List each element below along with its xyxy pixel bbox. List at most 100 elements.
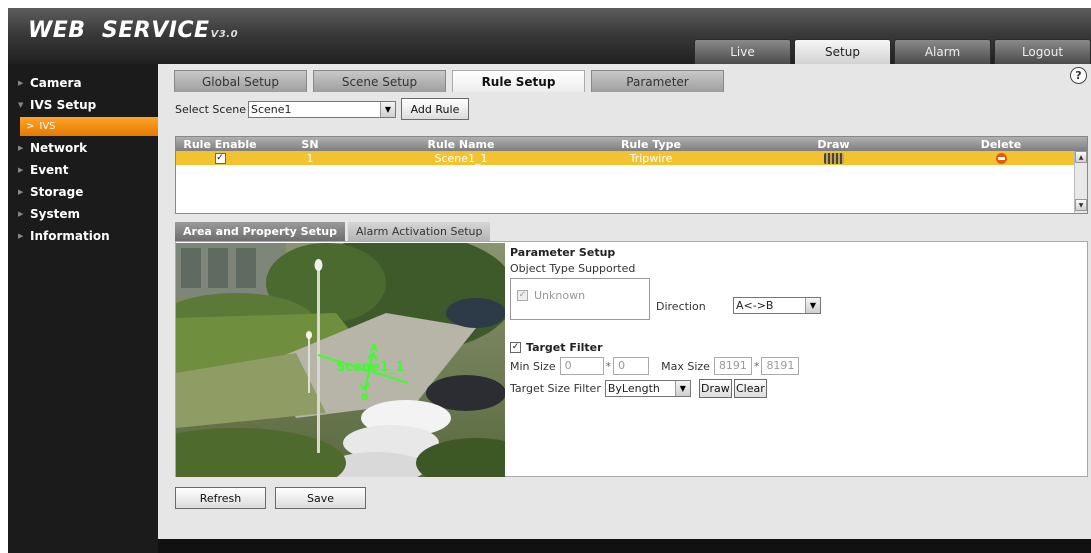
column-header: Draw [817, 137, 850, 151]
column-header: Rule Name [427, 137, 495, 151]
max-size-label: Max Size [661, 359, 710, 373]
rule-table: Rule Enable SN Rule Name Rule Type Draw … [175, 136, 1088, 214]
max-size-height-input[interactable]: 8191 [761, 357, 800, 375]
draw-button[interactable]: Draw [698, 379, 732, 398]
tab-area-property-setup[interactable]: Area and Property Setup [175, 222, 346, 241]
header-bar: WEB SERVICEV3.0 Live Setup Alarm Logout [8, 8, 1091, 64]
top-tab-live[interactable]: Live [694, 39, 791, 64]
size-row: Min Size 0 * 0 Max Size 8191 * 8191 [510, 357, 800, 375]
sidebar-item-label: Information [30, 229, 110, 243]
triangle-right-icon: ▶ [18, 210, 24, 218]
add-rule-button[interactable]: Add Rule [400, 98, 469, 120]
target-size-filter-value: ByLength [607, 382, 660, 395]
column-header: Rule Type [620, 137, 682, 151]
size-separator: * [753, 359, 760, 373]
max-size-width-input[interactable]: 8191 [713, 357, 752, 375]
logo: WEB SERVICEV3.0 [28, 18, 238, 43]
rule-table-header: Rule Enable SN Rule Name Rule Type Draw … [176, 137, 1087, 151]
triangle-right-icon: ▶ [18, 232, 24, 240]
rule-table-scrollbar[interactable]: ▲ ▼ [1074, 151, 1087, 213]
rule-detail-panel: Scene1_1 A B Parameter Setup Object Type… [175, 241, 1088, 477]
target-size-filter-label: Target Size Filter [510, 382, 601, 395]
triangle-down-icon: ▼ [18, 101, 24, 109]
sidebar-item-label: Event [30, 163, 69, 177]
logo-text: WEB SERVICE [28, 18, 210, 43]
rule-name: Scene1_1 [434, 151, 488, 165]
draw-icon[interactable] [823, 152, 844, 164]
rule-enable-checkbox[interactable]: ✓ [214, 152, 226, 164]
size-separator: * [605, 359, 612, 373]
rule-overlay-label: Scene1_1 [336, 360, 405, 375]
direction-select[interactable]: A<->B ▼ [733, 297, 821, 314]
direction-label: Direction [656, 300, 706, 313]
help-icon[interactable]: ? [1070, 67, 1087, 84]
column-header: Rule Enable [183, 137, 257, 151]
sidebar-item-camera[interactable]: ▶ Camera [8, 72, 158, 94]
triangle-right-icon: ▶ [18, 79, 24, 87]
object-type-list: ✓ Unknown [510, 278, 650, 320]
tab-parameter[interactable]: Parameter [591, 70, 724, 92]
unknown-checkbox[interactable]: ✓ [517, 290, 528, 301]
target-size-filter-row: Target Size Filter ByLength ▼ Draw Clear [510, 379, 767, 398]
target-filter-checkbox[interactable]: ✓ [510, 342, 521, 353]
parameter-setup-title: Parameter Setup [510, 246, 616, 259]
triangle-right-icon: ▶ [18, 166, 24, 174]
app-window: WEB SERVICEV3.0 Live Setup Alarm Logout … [8, 8, 1091, 553]
sidebar-item-system[interactable]: ▶ System [8, 203, 158, 225]
object-type-label: Object Type Supported [510, 262, 636, 275]
save-button[interactable]: Save [275, 487, 366, 509]
scene-select-value: Scene1 [250, 102, 292, 116]
point-a-label: A [370, 343, 378, 354]
tab-scene-setup[interactable]: Scene Setup [313, 70, 446, 92]
bottom-actions: Refresh Save [175, 487, 366, 509]
sidebar-item-network[interactable]: ▶ Network [8, 137, 158, 159]
top-tab-logout[interactable]: Logout [994, 39, 1091, 64]
tab-alarm-activation-setup[interactable]: Alarm Activation Setup [348, 222, 491, 241]
table-row[interactable]: ✓ 1 Scene1_1 Tripwire [176, 151, 1087, 165]
delete-icon[interactable] [995, 152, 1007, 164]
rule-enable-cell: ✓ [176, 151, 264, 165]
top-tab-setup[interactable]: Setup [794, 39, 891, 64]
chevron-down-icon: ▼ [379, 101, 395, 117]
target-filter-label: Target Filter [526, 341, 603, 354]
min-size-height-input[interactable]: 0 [613, 357, 650, 375]
unknown-option-label: Unknown [534, 289, 586, 302]
scene-select[interactable]: Scene1 ▼ [247, 100, 396, 118]
delete-cell [931, 151, 1071, 165]
logo-version: V3.0 [210, 29, 239, 40]
min-size-width-input[interactable]: 0 [559, 357, 604, 375]
video-scene: Scene1_1 A B [176, 243, 505, 477]
scene-select-row: Select Scene Scene1 ▼ Add Rule [175, 97, 469, 121]
direction-select-value: A<->B [736, 299, 774, 312]
top-tab-alarm[interactable]: Alarm [894, 39, 991, 64]
chevron-down-icon: ▼ [674, 381, 690, 396]
tab-rule-setup[interactable]: Rule Setup [452, 70, 585, 92]
top-nav: Live Setup Alarm Logout [691, 39, 1091, 64]
column-header: SN [301, 137, 319, 151]
rule-detail-tabs: Area and Property Setup Alarm Activation… [175, 222, 493, 241]
rule-sn: 1 [306, 151, 314, 165]
sidebar: ▶ Camera ▼ IVS Setup > IVS ▶ Network ▶ E… [8, 64, 158, 553]
target-size-filter-select[interactable]: ByLength ▼ [604, 380, 691, 397]
rule-type: Tripwire [629, 151, 673, 165]
video-preview[interactable]: Scene1_1 A B [176, 243, 505, 477]
point-b-label: B [361, 392, 369, 403]
sidebar-item-label: Camera [30, 76, 82, 90]
clear-button[interactable]: Clear [733, 379, 767, 398]
min-size-label: Min Size [510, 359, 556, 373]
sidebar-item-label: Storage [30, 185, 84, 199]
sidebar-item-ivs[interactable]: > IVS [20, 117, 158, 136]
target-filter-row: ✓ Target Filter [510, 341, 603, 354]
select-scene-label: Select Scene [175, 102, 246, 116]
setup-tabs: Global Setup Scene Setup Rule Setup Para… [174, 70, 730, 92]
sidebar-item-label: IVS Setup [30, 98, 97, 112]
main-content: ? Global Setup Scene Setup Rule Setup Pa… [158, 64, 1091, 539]
sidebar-item-ivs-setup[interactable]: ▼ IVS Setup [8, 94, 158, 116]
sidebar-item-event[interactable]: ▶ Event [8, 159, 158, 181]
refresh-button[interactable]: Refresh [175, 487, 266, 509]
scroll-up-icon[interactable]: ▲ [1075, 151, 1087, 163]
tab-global-setup[interactable]: Global Setup [174, 70, 307, 92]
sidebar-item-storage[interactable]: ▶ Storage [8, 181, 158, 203]
sidebar-item-information[interactable]: ▶ Information [8, 225, 158, 247]
scroll-down-icon[interactable]: ▼ [1075, 199, 1087, 211]
